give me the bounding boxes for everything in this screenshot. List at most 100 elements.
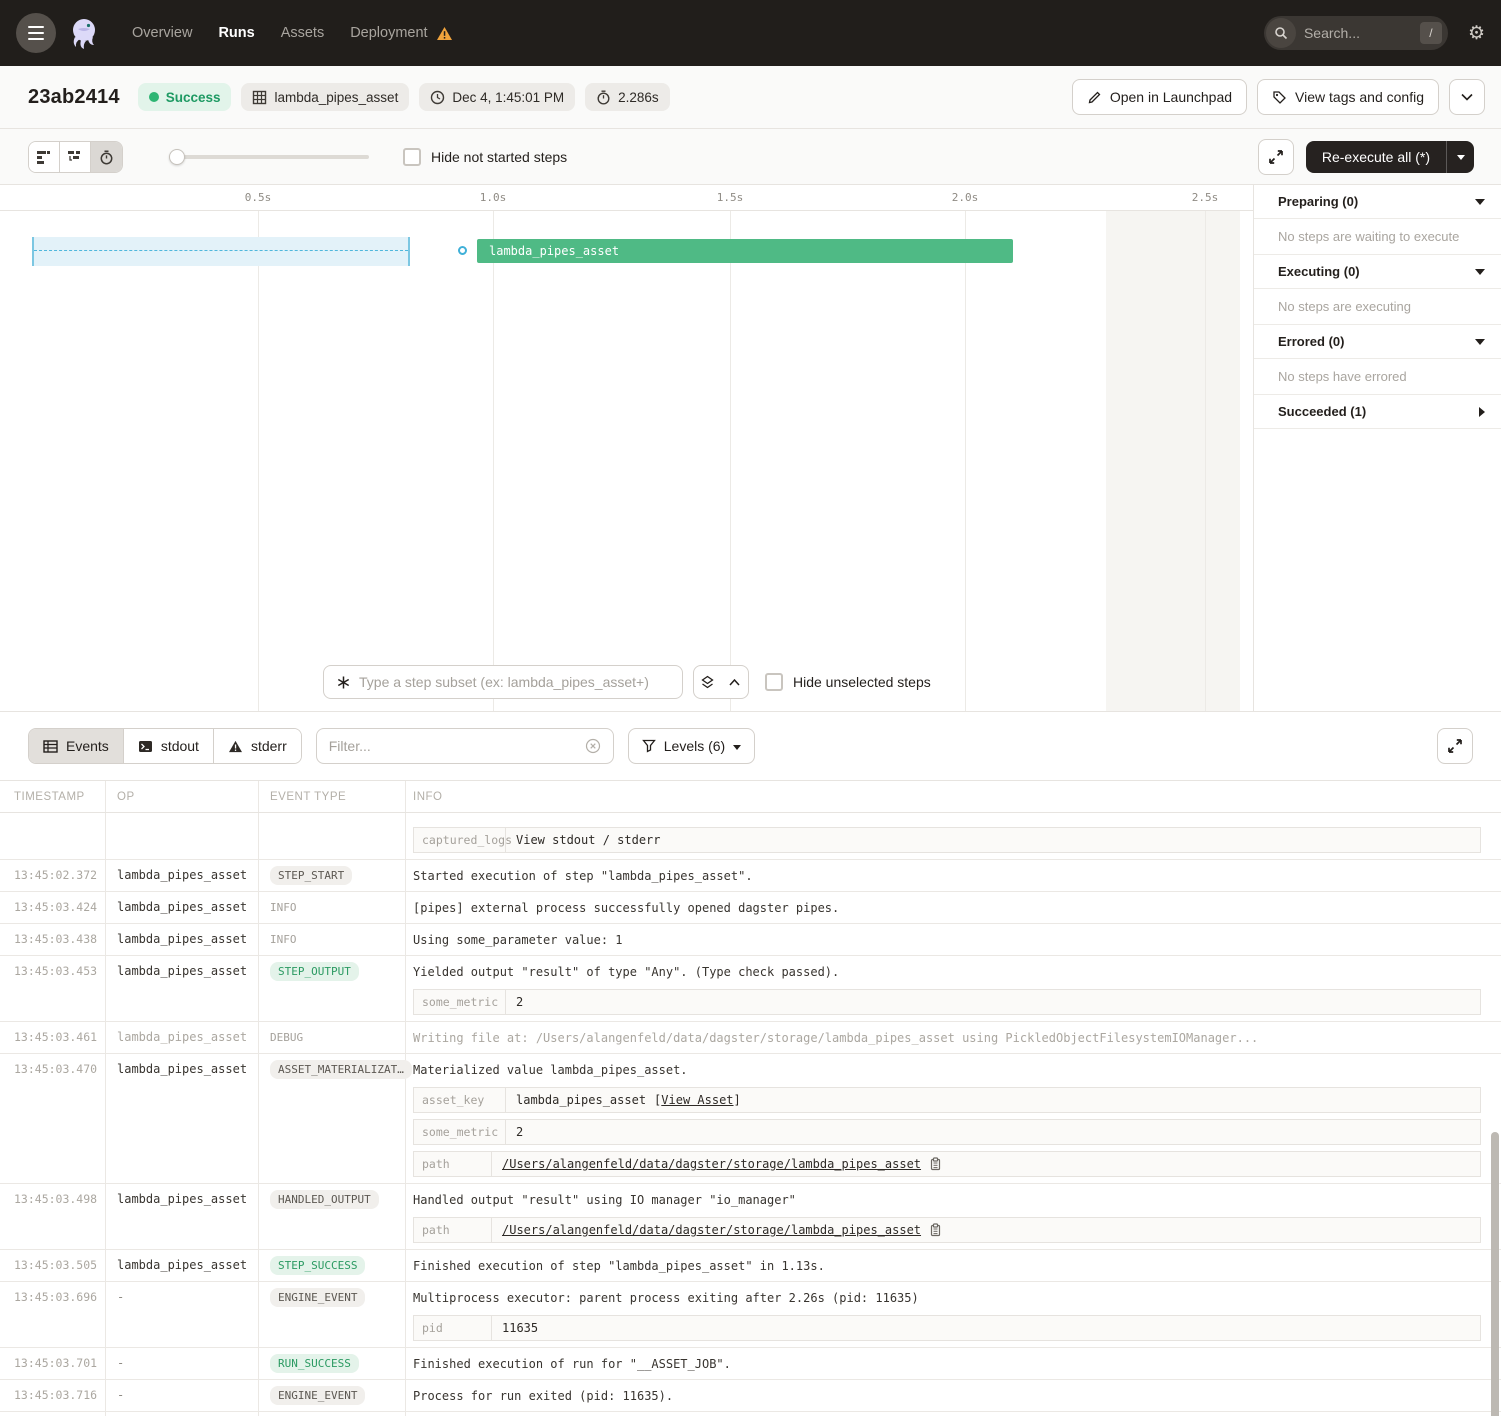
- checkbox-icon[interactable]: [403, 148, 421, 166]
- nav-item-deployment[interactable]: Deployment: [350, 25, 452, 41]
- search-input[interactable]: Search... /: [1264, 16, 1448, 50]
- log-filter-input[interactable]: Filter...: [316, 728, 614, 764]
- open-in-launchpad-button[interactable]: Open in Launchpad: [1072, 79, 1247, 115]
- log-row[interactable]: 13:45:03.498lambda_pipes_assetHANDLED_OU…: [0, 1184, 1501, 1250]
- tab-stdout[interactable]: stdout: [124, 729, 214, 763]
- step-status-panel: Preparing (0)No steps are waiting to exe…: [1253, 185, 1501, 712]
- log-tabs: Eventsstdoutstderr: [28, 728, 302, 764]
- col-info: INFO: [405, 791, 1501, 803]
- log-timestamp: 13:45:03.453: [0, 962, 105, 1015]
- expand-icon: [1447, 738, 1463, 754]
- metadata-key: some_metric: [414, 990, 506, 1014]
- hide-not-started-checkbox[interactable]: Hide not started steps: [403, 148, 567, 166]
- run-tags: Success lambda_pipes_asset Dec 4, 1:45:0…: [138, 83, 670, 111]
- log-info: Process for run exited (pid: 11635).: [405, 1386, 1501, 1405]
- copy-icon[interactable]: [929, 1157, 942, 1171]
- log-row[interactable]: 13:45:03.505lambda_pipes_assetSTEP_SUCCE…: [0, 1250, 1501, 1282]
- log-row[interactable]: 13:45:03.716-ENGINE_EVENTProcess for run…: [0, 1380, 1501, 1412]
- slider-knob[interactable]: [169, 149, 185, 165]
- log-timestamp: 13:45:03.716: [0, 1386, 105, 1405]
- nav-item-runs[interactable]: Runs: [218, 25, 254, 41]
- axis-tick: 0.5s: [245, 191, 272, 204]
- tab-events[interactable]: Events: [29, 729, 124, 763]
- log-panel: Eventsstdoutstderr Filter... Levels (6) …: [0, 712, 1501, 1416]
- log-event-type: INFO: [258, 898, 405, 917]
- run-actions-chevron-button[interactable]: [1449, 79, 1485, 115]
- log-row[interactable]: 13:45:03.470lambda_pipes_assetASSET_MATE…: [0, 1054, 1501, 1184]
- view-asset-link[interactable]: [View Asset]: [654, 1093, 741, 1107]
- col-op: OP: [105, 791, 258, 803]
- zoom-slider[interactable]: [169, 147, 369, 167]
- timing-view-button[interactable]: [91, 142, 122, 172]
- log-timestamp: 13:45:02.372: [0, 866, 105, 885]
- log-event-type: DEBUG: [258, 1028, 405, 1047]
- waterfall-view-button[interactable]: [60, 142, 91, 172]
- event-type-badge: INFO: [270, 898, 305, 917]
- metadata-entry: asset_keylambda_pipes_asset[View Asset]: [413, 1087, 1481, 1113]
- step-subset-input[interactable]: Type a step subset (ex: lambda_pipes_ass…: [323, 665, 683, 699]
- flat-view-button[interactable]: [29, 142, 60, 172]
- metadata-entry: path/Users/alangenfeld/data/dagster/stor…: [413, 1217, 1481, 1243]
- log-info: captured_logsView stdout / stderr: [405, 819, 1501, 853]
- copy-icon[interactable]: [929, 1223, 942, 1237]
- gantt-view-mode-group: [28, 141, 123, 173]
- metadata-value: View stdout / stderr: [506, 828, 1480, 852]
- nav-item-assets[interactable]: Assets: [281, 25, 325, 41]
- log-info: Multiprocess executor: parent process ex…: [405, 1288, 1501, 1341]
- log-row[interactable]: 13:45:03.461lambda_pipes_assetDEBUGWriti…: [0, 1022, 1501, 1054]
- levels-dropdown[interactable]: Levels (6): [628, 728, 755, 764]
- path-link[interactable]: /Users/alangenfeld/data/dagster/storage/…: [502, 1157, 921, 1171]
- log-toolbar: Eventsstdoutstderr Filter... Levels (6): [0, 712, 1501, 780]
- log-row[interactable]: captured_logsView stdout / stderr: [0, 813, 1501, 860]
- log-row[interactable]: 13:45:03.438lambda_pipes_assetINFOUsing …: [0, 924, 1501, 956]
- nav-item-overview[interactable]: Overview: [132, 25, 192, 41]
- log-info: Started execution of step "lambda_pipes_…: [405, 866, 1501, 885]
- gantt-fullscreen-button[interactable]: [1258, 139, 1294, 175]
- log-fullscreen-button[interactable]: [1437, 728, 1473, 764]
- search-icon: [1266, 18, 1296, 48]
- gear-icon[interactable]: ⚙: [1468, 24, 1485, 43]
- top-navbar: Overview Runs Assets Deployment Search... /…: [0, 0, 1501, 66]
- hide-unselected-checkbox[interactable]: Hide unselected steps: [765, 673, 931, 691]
- filter-placeholder: Filter...: [329, 738, 585, 754]
- log-scrollbar[interactable]: [1491, 1132, 1499, 1416]
- log-row[interactable]: 13:45:02.372lambda_pipes_assetSTEP_START…: [0, 860, 1501, 892]
- col-timestamp: TIMESTAMP: [0, 791, 105, 803]
- job-name-tag[interactable]: lambda_pipes_asset: [241, 83, 409, 111]
- step-waiting-bar: [32, 237, 410, 266]
- log-row[interactable]: 13:45:03.424lambda_pipes_assetINFO[pipes…: [0, 892, 1501, 924]
- dagster-logo-icon[interactable]: [64, 13, 104, 53]
- pencil-icon: [1087, 90, 1102, 105]
- log-info: [pipes] external process successfully op…: [405, 898, 1501, 917]
- search-shortcut-key: /: [1420, 22, 1442, 44]
- grid-icon: [252, 90, 267, 105]
- reexecute-all-button[interactable]: Re-execute all (*): [1306, 141, 1474, 173]
- status-section-header[interactable]: Preparing (0): [1254, 185, 1501, 219]
- graph-options-button[interactable]: [693, 665, 749, 699]
- log-row[interactable]: 13:45:03.701-RUN_SUCCESSFinished executi…: [0, 1348, 1501, 1380]
- run-datetime-tag: Dec 4, 1:45:01 PM: [419, 83, 575, 111]
- status-section-header[interactable]: Executing (0): [1254, 255, 1501, 289]
- status-section-header[interactable]: Succeeded (1): [1254, 395, 1501, 429]
- step-subset-row: Type a step subset (ex: lambda_pipes_ass…: [0, 665, 1253, 699]
- slider-track[interactable]: [169, 155, 369, 159]
- view-tags-config-button[interactable]: View tags and config: [1257, 79, 1439, 115]
- stopwatch-icon: [596, 90, 611, 105]
- log-row[interactable]: 13:45:03.453lambda_pipes_assetSTEP_OUTPU…: [0, 956, 1501, 1022]
- menu-icon[interactable]: [16, 13, 56, 53]
- step-bar[interactable]: lambda_pipes_asset: [477, 239, 1013, 263]
- clear-filter-icon[interactable]: [585, 738, 601, 754]
- metadata-key: path: [414, 1218, 492, 1242]
- log-op: lambda_pipes_asset: [105, 1190, 258, 1243]
- chevron-up-icon[interactable]: [721, 666, 748, 698]
- log-op: [105, 819, 258, 853]
- path-link[interactable]: /Users/alangenfeld/data/dagster/storage/…: [502, 1223, 921, 1237]
- tab-stderr[interactable]: stderr: [214, 729, 301, 763]
- terminal-icon: [138, 740, 153, 753]
- log-event-type: INFO: [258, 930, 405, 949]
- reexecute-options-caret[interactable]: [1446, 141, 1474, 173]
- log-info: Yielded output "result" of type "Any". (…: [405, 962, 1501, 1015]
- checkbox-icon[interactable]: [765, 673, 783, 691]
- log-row[interactable]: 13:45:03.696-ENGINE_EVENTMultiprocess ex…: [0, 1282, 1501, 1348]
- status-section-header[interactable]: Errored (0): [1254, 325, 1501, 359]
